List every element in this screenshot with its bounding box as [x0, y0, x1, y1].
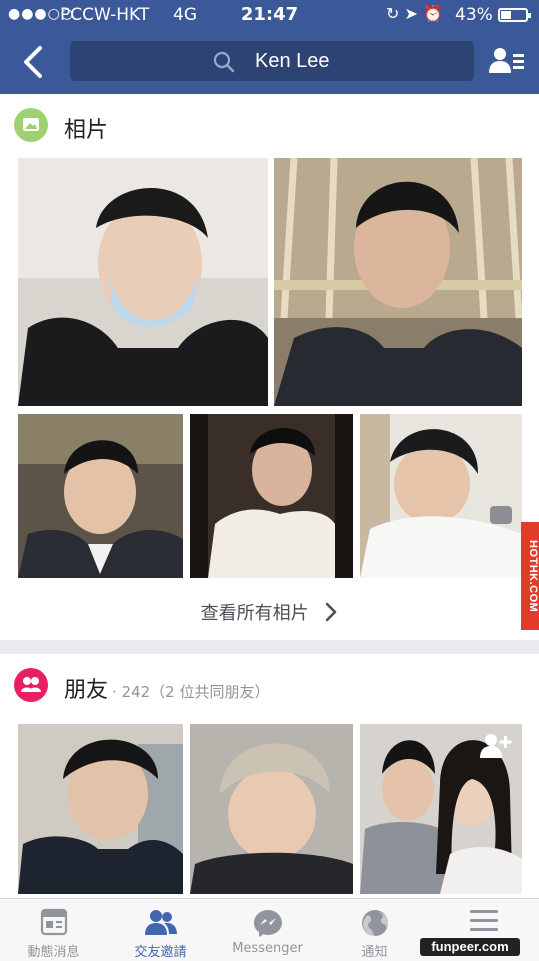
chevron-right-icon	[326, 602, 337, 622]
friends-title: 朋友 · 242（2 位共同朋友）	[64, 672, 270, 704]
site-watermark: HOTHK.COM	[521, 522, 539, 630]
globe-icon	[361, 910, 388, 936]
top-bar: ●●●○○ PCCW-HKT 4G 21:47 ↻ ➤ ⏰ 43% Ken Le…	[0, 0, 539, 94]
tab-label: 交友邀請	[134, 945, 187, 960]
see-all-photos-link[interactable]: 查看所有相片	[0, 599, 539, 625]
friend-thumbnail[interactable]	[360, 724, 522, 894]
see-all-photos-label: 查看所有相片	[200, 603, 309, 624]
friend-thumbnail[interactable]	[190, 724, 353, 894]
person-list-icon	[489, 48, 524, 73]
photo-thumbnail[interactable]	[360, 414, 522, 578]
location-icon: ➤	[404, 4, 418, 23]
status-bar: ●●●○○ PCCW-HKT 4G 21:47 ↻ ➤ ⏰ 43%	[0, 0, 539, 30]
add-friend-icon	[480, 734, 512, 758]
friend-requests-button[interactable]	[489, 45, 525, 77]
tab-news-feed[interactable]: 動態消息	[0, 899, 107, 961]
battery-percent: 43%	[455, 5, 493, 25]
friend-requests-icon	[144, 910, 177, 935]
menu-icon	[469, 910, 498, 931]
photos-icon	[14, 108, 48, 142]
tab-messenger[interactable]: Messenger	[214, 899, 321, 961]
tab-label: 動態消息	[27, 945, 80, 960]
photo-thumbnail[interactable]	[274, 158, 522, 406]
status-icons: ↻ ➤ ⏰	[386, 4, 443, 23]
tab-label: Messenger	[232, 941, 303, 956]
friend-thumbnail[interactable]	[18, 724, 183, 894]
photo-thumbnail[interactable]	[18, 414, 183, 578]
photos-section: 相片 查看所有相片 HOTHK.COM	[0, 94, 539, 640]
friends-icon	[14, 668, 48, 702]
search-query: Ken Lee	[255, 50, 330, 72]
tab-notifications[interactable]: 通知	[321, 899, 428, 961]
search-icon	[213, 51, 235, 73]
photos-title: 相片	[64, 118, 109, 143]
battery-icon	[498, 8, 531, 22]
rotation-lock-icon: ↻	[386, 4, 400, 23]
news-feed-icon	[40, 908, 67, 936]
back-button[interactable]	[20, 44, 48, 80]
tab-friend-requests[interactable]: 交友邀請	[107, 899, 214, 961]
messenger-icon	[253, 910, 282, 937]
friends-label: 朋友	[64, 678, 109, 703]
add-friend-button[interactable]	[480, 732, 514, 764]
chevron-left-icon	[24, 46, 42, 78]
friends-section: 朋友 · 242（2 位共同朋友）	[0, 654, 539, 900]
funpeer-watermark: funpeer.com	[420, 938, 520, 956]
photo-thumbnail[interactable]	[18, 158, 268, 406]
friends-count: · 242（2 位共同朋友）	[112, 683, 270, 701]
tab-label: 通知	[361, 945, 388, 960]
search-bar[interactable]: Ken Lee	[70, 41, 474, 81]
photo-thumbnail[interactable]	[190, 414, 353, 578]
alarm-icon: ⏰	[423, 4, 443, 23]
